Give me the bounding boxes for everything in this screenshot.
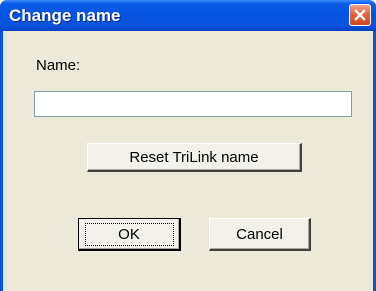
ok-focus-rect: OK — [84, 222, 174, 246]
cancel-button-label: Cancel — [236, 225, 283, 243]
dialog-title: Change name — [9, 6, 121, 25]
close-button[interactable] — [349, 4, 371, 26]
name-label: Name: — [36, 57, 81, 74]
reset-trilink-name-button[interactable]: Reset TriLink name — [87, 143, 302, 172]
reset-button-label: Reset TriLink name — [129, 148, 259, 166]
ok-button-label: OK — [118, 225, 140, 243]
ok-button[interactable]: OK — [78, 218, 181, 251]
change-name-dialog: Change name Name: Reset TriLink name OK … — [0, 0, 376, 291]
title-bar[interactable]: Change name — [0, 0, 376, 31]
cancel-button[interactable]: Cancel — [209, 218, 311, 251]
close-icon — [354, 9, 366, 21]
name-input[interactable] — [34, 91, 352, 117]
